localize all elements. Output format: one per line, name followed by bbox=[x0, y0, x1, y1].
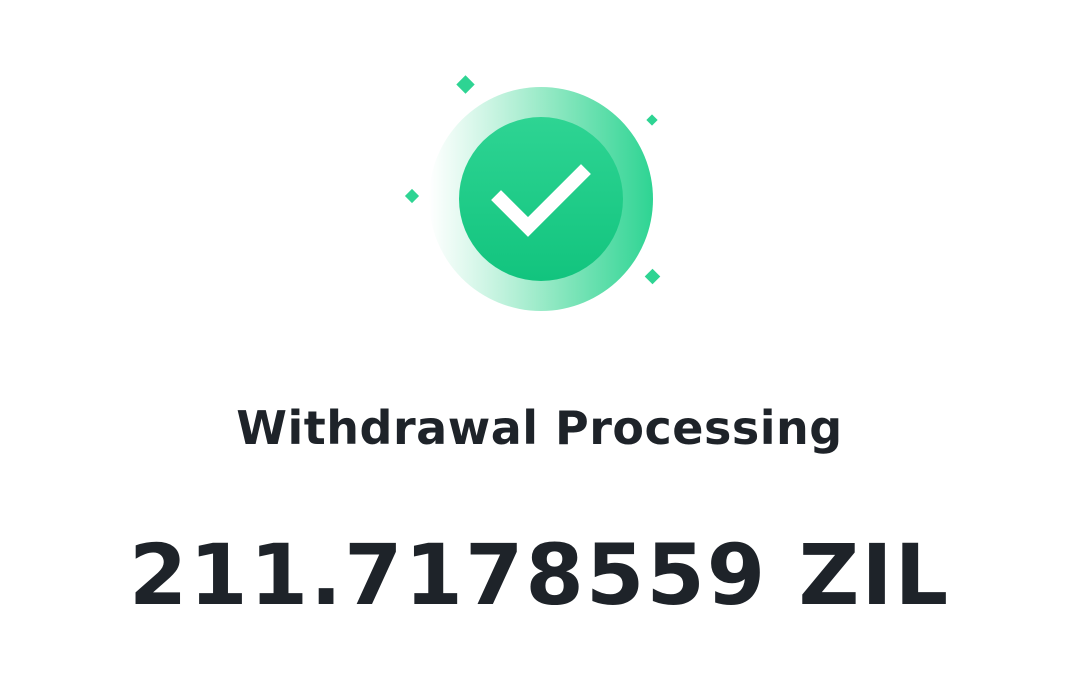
success-check-icon bbox=[395, 65, 675, 325]
withdrawal-amount: 211.7178559 ZIL bbox=[0, 520, 1079, 630]
sparkle-diamond bbox=[646, 114, 658, 126]
inner-circle bbox=[459, 117, 623, 281]
withdrawal-status-screen: Withdrawal Processing 211.7178559 ZIL bbox=[0, 0, 1079, 696]
sparkle-diamond bbox=[456, 75, 475, 94]
amount-value: 211.7178559 bbox=[128, 526, 768, 624]
status-title: Withdrawal Processing bbox=[236, 401, 843, 455]
amount-currency: ZIL bbox=[798, 526, 951, 624]
sparkle-diamond bbox=[644, 268, 661, 285]
sparkle-diamond bbox=[404, 188, 420, 204]
